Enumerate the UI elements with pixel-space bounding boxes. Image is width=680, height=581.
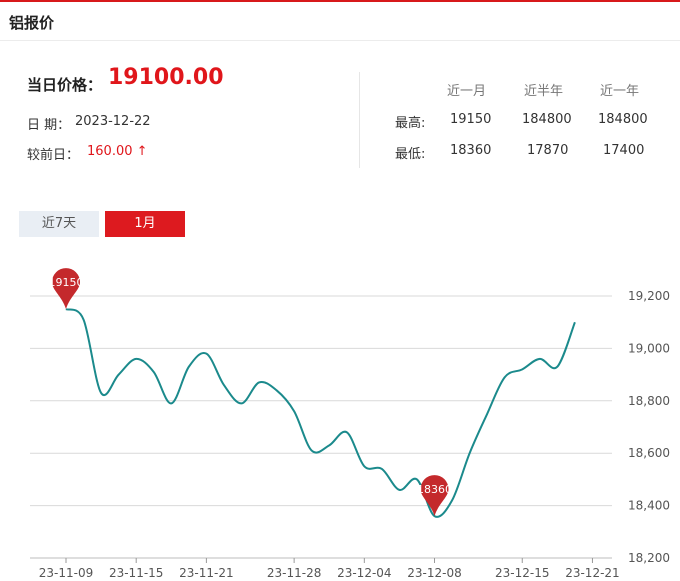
stats-low-month: 18360 — [450, 143, 492, 158]
y-tick-label: 19,000 — [628, 341, 670, 355]
stats-divider — [359, 72, 360, 168]
tab-1-month[interactable]: 1月 — [105, 211, 185, 237]
x-tick-label: 23-11-28 — [267, 566, 321, 580]
stats-col-halfyear: 近半年 — [524, 84, 564, 99]
x-tick-label: 23-11-09 — [39, 566, 93, 580]
price-value: 19100.00 — [108, 65, 224, 90]
max-marker-label: 19150 — [49, 276, 84, 289]
min-marker-label: 18360 — [417, 483, 452, 496]
y-tick-label: 19,200 — [628, 289, 670, 303]
stats-high-halfyear: 184800 — [522, 112, 572, 127]
stats-low-label: 最低: — [395, 147, 426, 162]
stats-low-year: 17400 — [603, 143, 645, 158]
x-tick-label: 23-12-08 — [407, 566, 461, 580]
date-label: 日 期： — [27, 118, 71, 133]
x-tick-label: 23-11-21 — [179, 566, 233, 580]
stats-low-halfyear: 17870 — [527, 143, 569, 158]
stats-col-month: 近一月 — [447, 84, 487, 99]
page-title: 铝报价 — [9, 14, 55, 32]
y-tick-label: 18,200 — [628, 551, 670, 565]
y-tick-label: 18,400 — [628, 499, 670, 513]
x-tick-label: 23-12-15 — [495, 566, 549, 580]
x-tick-label: 23-11-15 — [109, 566, 163, 580]
price-label: 当日价格： — [27, 76, 103, 94]
top-accent-line — [0, 0, 680, 2]
title-divider — [0, 40, 680, 41]
y-tick-label: 18,800 — [628, 394, 670, 408]
change-value: 160.00 ↑ — [87, 144, 148, 159]
date-value: 2023-12-22 — [75, 114, 151, 129]
stats-high-month: 19150 — [450, 112, 492, 127]
stats-high-year: 184800 — [598, 112, 648, 127]
price-series-line — [65, 308, 576, 518]
tab-7-days[interactable]: 近7天 — [19, 211, 99, 237]
price-line-chart: 18,200 18,400 18,600 18,800 19,000 19,200 23-1… — [30, 268, 670, 580]
y-tick-label: 18,600 — [628, 446, 670, 460]
x-tick-label: 23-12-04 — [337, 566, 391, 580]
stats-high-label: 最高: — [395, 116, 426, 131]
stats-col-year: 近一年 — [600, 84, 640, 99]
x-tick-label: 23-12-21 — [565, 566, 619, 580]
change-label: 较前日： — [27, 148, 80, 163]
